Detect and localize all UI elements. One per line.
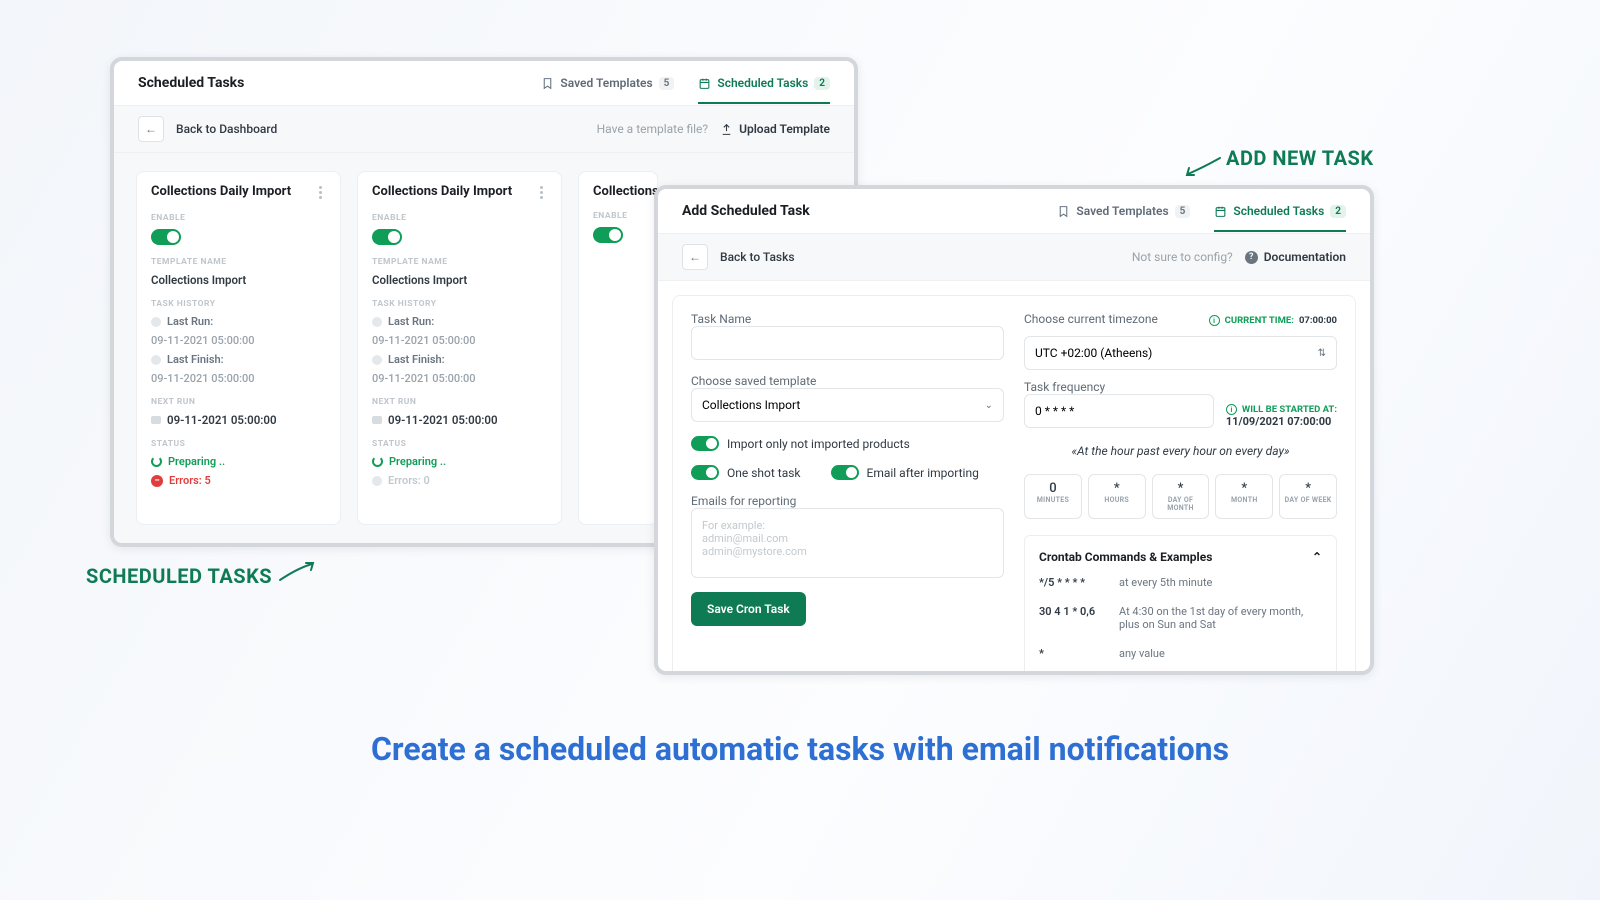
email-toggle[interactable] xyxy=(831,465,859,480)
clock-icon xyxy=(151,317,161,327)
examples-accordion[interactable]: Crontab Commands & Examples ⌃ */5 * * * … xyxy=(1024,535,1337,675)
calendar-icon xyxy=(1214,205,1227,218)
task-card: Collections Daily Import ENABLE TEMPLATE… xyxy=(136,171,341,525)
documentation-link[interactable]: ? Documentation xyxy=(1245,250,1346,264)
info-icon: i xyxy=(1209,315,1220,326)
tab-saved-templates[interactable]: Saved Templates 5 xyxy=(541,76,674,104)
cron-input[interactable] xyxy=(1024,394,1214,428)
task-card: Collections Daily Import ENABLE xyxy=(578,171,658,525)
upload-template-button[interactable]: Upload Template xyxy=(720,122,830,136)
add-task-title: Add Scheduled Task xyxy=(682,203,1057,219)
annotation-right: ADD NEW TASK xyxy=(1226,146,1374,170)
timezone-select[interactable]: UTC +02:00 (Atheens) ⇅ xyxy=(1024,336,1337,370)
card-title: Collections Daily Import xyxy=(151,184,315,199)
oneshot-toggle[interactable] xyxy=(691,465,719,480)
tagline: Create a scheduled automatic tasks with … xyxy=(0,730,1600,768)
tab-saved-templates[interactable]: Saved Templates 5 xyxy=(1057,204,1190,232)
upload-hint: Have a template file? xyxy=(597,122,708,136)
upload-icon xyxy=(720,123,733,136)
info-icon: i xyxy=(1226,404,1237,415)
enable-toggle[interactable] xyxy=(372,229,402,245)
cron-description: «At the hour past every hour on every da… xyxy=(1024,444,1337,458)
bookmark-icon xyxy=(541,77,554,90)
calendar-icon xyxy=(698,77,711,90)
clock-icon xyxy=(151,355,161,365)
template-select[interactable]: Collections Import ⌄ xyxy=(691,388,1004,422)
help-icon: ? xyxy=(1245,251,1258,264)
briefcase-icon xyxy=(151,416,161,424)
task-card: Collections Daily Import ENABLE TEMPLATE… xyxy=(357,171,562,525)
template-name: Collections Import xyxy=(151,273,326,287)
annotation-left: SCHEDULED TASKS xyxy=(86,564,272,588)
add-task-panel: Add Scheduled Task Saved Templates 5 Sch… xyxy=(654,185,1374,675)
back-label[interactable]: Back to Dashboard xyxy=(176,122,277,136)
spinner-icon xyxy=(151,456,162,467)
current-time-chip: i CURRENT TIME: 07:00:00 xyxy=(1209,315,1337,326)
back-label[interactable]: Back to Tasks xyxy=(720,250,795,264)
task-name-input[interactable] xyxy=(691,326,1004,360)
error-icon: – xyxy=(151,475,163,487)
enable-toggle[interactable] xyxy=(151,229,181,245)
card-menu-button[interactable] xyxy=(536,184,547,201)
panel-title: Scheduled Tasks xyxy=(138,75,541,91)
chevron-updown-icon: ⇅ xyxy=(1318,348,1326,359)
arrow-icon xyxy=(278,560,318,584)
back-button[interactable]: ← xyxy=(682,244,708,270)
tab-scheduled-tasks[interactable]: Scheduled Tasks 2 xyxy=(698,76,830,104)
import-toggle[interactable] xyxy=(691,436,719,451)
cron-breakdown: 0MINUTES *HOURS *DAY OF MONTH *MONTH *DA… xyxy=(1024,474,1337,519)
arrow-icon xyxy=(1182,154,1222,178)
emails-textarea[interactable]: For example: admin@mail.com admin@mystor… xyxy=(691,508,1004,578)
card-menu-button[interactable] xyxy=(315,184,326,201)
tab-scheduled-tasks[interactable]: Scheduled Tasks 2 xyxy=(1214,204,1346,232)
bookmark-icon xyxy=(1057,205,1070,218)
panel-header: Scheduled Tasks Saved Templates 5 Schedu… xyxy=(114,61,854,106)
chevron-down-icon: ⌄ xyxy=(985,400,993,411)
back-button[interactable]: ← xyxy=(138,116,164,142)
chevron-up-icon: ⌃ xyxy=(1312,550,1322,564)
save-cron-button[interactable]: Save Cron Task xyxy=(691,592,806,626)
